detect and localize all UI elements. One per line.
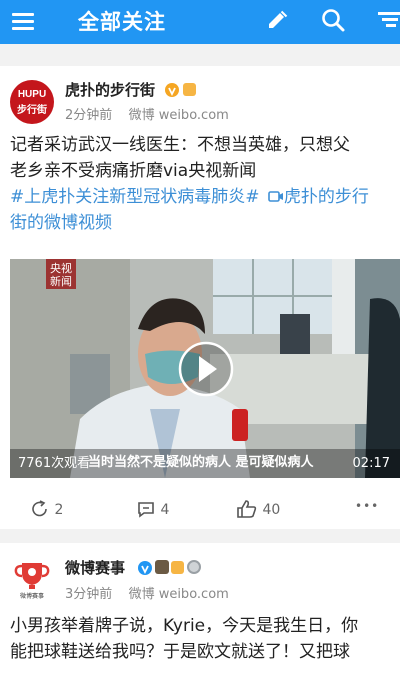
post-meta: 2分钟前 微博 weibo.com bbox=[65, 104, 229, 123]
video-frame: 央视 新闻 7761次观看 当时当然不是疑似的病人 是可疑似病人 02:17 bbox=[10, 259, 400, 478]
avatar-logo-text: HUPU bbox=[17, 89, 47, 100]
member-icon bbox=[183, 83, 196, 96]
post-body[interactable]: 记者采访武汉一线医生：不想当英雄，只想父 老乡亲不受病痛折磨via央视新闻 #上… bbox=[10, 132, 392, 236]
video-subtitle: 当时当然不是疑似的病人 是可疑似病人 bbox=[88, 454, 315, 470]
menu-icon[interactable] bbox=[8, 8, 38, 34]
avatar[interactable]: HUPU 步行街 bbox=[10, 80, 54, 124]
repost-icon bbox=[32, 500, 47, 517]
filter-icon[interactable] bbox=[374, 6, 400, 36]
video-icon bbox=[268, 191, 283, 202]
video-link-text-cont[interactable]: 街的微博视频 bbox=[10, 210, 392, 236]
search-icon[interactable] bbox=[318, 6, 348, 36]
video-player[interactable]: 央视 新闻 7761次观看 当时当然不是疑似的病人 是可疑似病人 02:17 bbox=[10, 259, 400, 478]
repost-count: 2 bbox=[54, 502, 64, 518]
video-link-text: 虎扑的步行 bbox=[283, 187, 369, 207]
post-time: 3分钟前 bbox=[65, 587, 113, 602]
video-watermark: 央视 bbox=[50, 261, 72, 275]
comment-button[interactable]: 4 bbox=[136, 499, 169, 519]
post-meta: 3分钟前 微博 weibo.com bbox=[65, 583, 229, 602]
comment-icon bbox=[138, 502, 154, 518]
sheep-icon bbox=[155, 560, 169, 574]
user-name[interactable]: 微博赛事 bbox=[65, 557, 125, 578]
top-app-bar: 全部关注 bbox=[0, 0, 400, 44]
more-icon[interactable]: ••• bbox=[355, 499, 379, 513]
verified-icon bbox=[138, 561, 152, 575]
post-body[interactable]: 小男孩举着牌子说，Kyrie，今天是我生日，你 能把球鞋送给我吗？于是欧文就送了… bbox=[10, 613, 392, 665]
view-count: 7761次观看 bbox=[18, 455, 90, 471]
post-text-line: 能把球鞋送给我吗？于是欧文就送了！又把球 bbox=[10, 642, 350, 662]
post-text-line: 记者采访武汉一线医生：不想当英雄，只想父 bbox=[10, 135, 350, 155]
video-duration: 02:17 bbox=[353, 456, 390, 471]
video-watermark: 新闻 bbox=[50, 274, 72, 288]
like-button[interactable]: 40 bbox=[236, 499, 280, 519]
feed-post: HUPU 步行街 虎扑的步行街 2分钟前 微博 weibo.com 记者采访武汉… bbox=[0, 66, 400, 529]
post-source: 微博 weibo.com bbox=[128, 108, 229, 123]
avatar-caption: 微博赛事 bbox=[19, 593, 44, 600]
user-name[interactable]: 虎扑的步行街 bbox=[65, 79, 155, 100]
feed-post: 微博赛事 微博赛事 3分钟前 微博 weibo.com 小男孩举着牌子说，Kyr… bbox=[0, 543, 400, 674]
repost-button[interactable]: 2 bbox=[30, 499, 63, 519]
avatar-logo-subtext: 步行街 bbox=[17, 105, 47, 116]
like-count: 40 bbox=[262, 502, 281, 518]
post-time: 2分钟前 bbox=[65, 108, 113, 123]
post-source: 微博 weibo.com bbox=[128, 587, 229, 602]
comment-count: 4 bbox=[160, 502, 170, 518]
member-icon bbox=[171, 561, 184, 574]
post-text-line: 老乡亲不受病痛折磨via央视新闻 bbox=[10, 161, 257, 181]
page-title[interactable]: 全部关注 bbox=[78, 6, 166, 36]
thumbs-up-icon bbox=[237, 500, 257, 518]
verified-icon bbox=[165, 83, 179, 97]
avatar[interactable]: 微博赛事 bbox=[10, 557, 54, 601]
medal-icon bbox=[187, 560, 201, 574]
hashtag-link[interactable]: #上虎扑关注新型冠状病毒肺炎# bbox=[10, 187, 260, 207]
post-text-line: 小男孩举着牌子说，Kyrie，今天是我生日，你 bbox=[10, 616, 359, 636]
edit-icon[interactable] bbox=[262, 6, 292, 36]
video-link[interactable]: 虎扑的步行 bbox=[268, 187, 369, 207]
